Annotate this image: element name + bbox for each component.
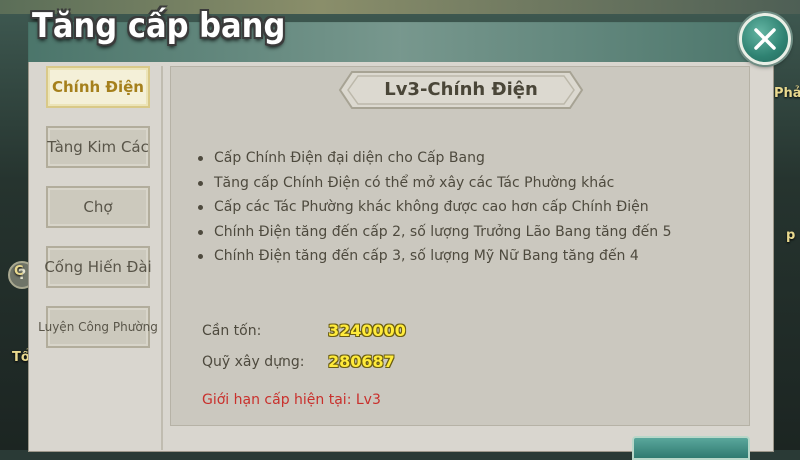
fund-label: Quỹ xây dựng: — [202, 354, 305, 370]
background-text-right: Phả — [774, 86, 800, 101]
building-banner: Lv3-Chính Điện — [338, 68, 584, 112]
list-item-text: Chính Điện tăng đến cấp 2, số lượng Trưở… — [214, 223, 672, 240]
list-item: Chính Điện tăng đến cấp 3, số lượng Mỹ N… — [198, 244, 738, 269]
background-text-right-2: p — [786, 228, 796, 243]
cost-value: 3240000 — [328, 321, 406, 340]
bullet-icon — [198, 156, 203, 161]
sidebar-item-chinh-dien[interactable]: Chính Điện — [46, 66, 150, 108]
bullet-icon — [198, 254, 203, 259]
list-item: Chính Điện tăng đến cấp 2, số lượng Trưở… — [198, 220, 738, 245]
close-icon — [754, 28, 776, 50]
banner-title: Lv3-Chính Điện — [384, 79, 538, 100]
list-item-text: Tăng cấp Chính Điện có thể mở xây các Tá… — [214, 174, 615, 191]
sidebar-item-label: Tàng Kim Các — [47, 138, 149, 156]
sidebar-item-label: Chính Điện — [52, 78, 144, 96]
dialog-title: Tăng cấp bang — [32, 6, 286, 46]
sidebar-item-tang-kim-cac[interactable]: Tàng Kim Các — [46, 126, 150, 168]
list-item-text: Cấp Chính Điện đại diện cho Cấp Bang — [214, 150, 485, 166]
sidebar-item-label: Luyện Công Phường — [38, 320, 158, 334]
building-sidebar: Chính Điện Tàng Kim Các Chợ Cống Hiến Đà… — [36, 60, 162, 450]
list-item: Cấp Chính Điện đại diện cho Cấp Bang — [198, 146, 738, 171]
upgrade-button[interactable] — [632, 436, 750, 460]
background-text-left: C — [14, 264, 24, 279]
sidebar-item-cho[interactable]: Chợ — [46, 186, 150, 228]
bullet-icon — [198, 205, 203, 210]
bullet-icon — [198, 180, 203, 186]
sidebar-item-cong-hien-dai[interactable]: Cống Hiến Đài — [44, 246, 152, 288]
fund-value: 280687 — [328, 352, 395, 371]
list-item: Cấp các Tác Phường khác không được cao h… — [198, 195, 738, 220]
list-item-text: Chính Điện tăng đến cấp 3, số lượng Mỹ N… — [214, 248, 639, 264]
close-button[interactable] — [739, 13, 791, 65]
sidebar-item-luyen-cong-phuong[interactable]: Luyện Công Phường — [38, 306, 158, 348]
list-item-text: Cấp các Tác Phường khác không được cao h… — [214, 199, 649, 215]
sidebar-item-label: Chợ — [83, 198, 113, 216]
cost-label: Cần tốn: — [202, 323, 262, 339]
description-list: Cấp Chính Điện đại diện cho Cấp Bang Tăn… — [198, 146, 738, 269]
list-item: Tăng cấp Chính Điện có thể mở xây các Tá… — [198, 171, 738, 196]
sidebar-item-label: Cống Hiến Đài — [44, 258, 152, 276]
sidebar-divider — [161, 66, 163, 450]
level-limit-text: Giới hạn cấp hiện tại: Lv3 — [202, 392, 381, 408]
bullet-icon — [198, 229, 203, 235]
